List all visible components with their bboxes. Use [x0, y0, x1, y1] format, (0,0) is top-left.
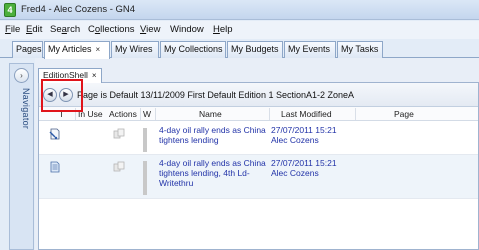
article-document-icon: [50, 161, 60, 173]
left-gutter: [0, 58, 9, 250]
wire-story-icon: [49, 128, 60, 140]
last-modified: 27/07/2011 15:21 Alec Cozens: [271, 158, 351, 178]
window-title: Fred4 - Alec Cozens - GN4: [21, 4, 136, 15]
word-count-bar: [143, 128, 147, 152]
app-logo-icon: 4: [4, 3, 16, 17]
duplicate-icon[interactable]: [113, 161, 125, 173]
menu-view[interactable]: View: [140, 24, 160, 35]
column-header-actions[interactable]: Actions: [109, 109, 137, 119]
column-header-last-modified[interactable]: Last Modified: [281, 109, 332, 119]
column-divider[interactable]: [269, 108, 270, 120]
tab-my-collections[interactable]: My Collections: [160, 41, 226, 58]
article-name[interactable]: 4-day oil rally ends as China tightens l…: [159, 125, 269, 145]
menu-window[interactable]: Window: [170, 24, 204, 35]
table-row[interactable]: 4-day oil rally ends as China tightens l…: [39, 122, 478, 155]
tab-pages[interactable]: Pages: [12, 41, 43, 58]
tab-my-events[interactable]: My Events: [284, 41, 336, 58]
modified-by: Alec Cozens: [271, 135, 319, 145]
tab-my-budgets[interactable]: My Budgets: [227, 41, 283, 58]
menu-collections[interactable]: Collections: [88, 24, 135, 35]
article-name[interactable]: 4-day oil rally ends as China tightens l…: [159, 158, 269, 188]
breadcrumb: Page is Default 13/11/2009 First Default…: [77, 90, 354, 100]
duplicate-icon[interactable]: [113, 128, 125, 140]
breadcrumb-bar: ◀ ▶ Page is Default 13/11/2009 First Def…: [39, 79, 478, 112]
column-header-w[interactable]: W: [143, 109, 151, 119]
navigator-expand-button[interactable]: ›: [14, 68, 29, 83]
last-modified: 27/07/2011 15:21 Alec Cozens: [271, 125, 351, 145]
column-divider[interactable]: [355, 108, 356, 120]
word-count-bar: [143, 161, 147, 195]
table-row[interactable]: 4-day oil rally ends as China tightens l…: [39, 155, 478, 199]
modified-date: 27/07/2011 15:21: [271, 158, 337, 168]
column-divider[interactable]: [140, 108, 141, 120]
navigator-label[interactable]: Navigator: [13, 88, 31, 168]
menu-bar: File Edit Search Collections View Window…: [0, 21, 479, 39]
modified-date: 27/07/2011 15:21: [271, 125, 337, 135]
navigation-highlight-box: [41, 79, 83, 112]
grid-header: T In Use Actions W Name Last Modified Pa…: [39, 107, 478, 121]
menu-search[interactable]: Search: [50, 24, 80, 35]
edition-shell-pane: ◀ ▶ Page is Default 13/11/2009 First Def…: [38, 79, 479, 250]
menu-file[interactable]: File: [5, 24, 20, 35]
column-divider[interactable]: [155, 108, 156, 120]
column-header-page[interactable]: Page: [394, 109, 414, 119]
column-header-name[interactable]: Name: [199, 109, 222, 119]
tab-my-tasks[interactable]: My Tasks: [337, 41, 383, 58]
menu-edit[interactable]: Edit: [26, 24, 42, 35]
navigator-panel: › Navigator: [9, 63, 34, 250]
close-icon[interactable]: ×: [96, 45, 101, 54]
tab-my-articles[interactable]: My Articles ×: [44, 41, 110, 59]
tab-my-wires[interactable]: My Wires: [111, 41, 159, 58]
title-bar: 4 Fred4 - Alec Cozens - GN4: [0, 0, 479, 20]
main-tab-strip: Pages My Articles × My Wires My Collectio…: [0, 40, 479, 59]
modified-by: Alec Cozens: [271, 168, 319, 178]
close-icon[interactable]: ×: [92, 71, 97, 80]
menu-help[interactable]: Help: [213, 24, 233, 35]
